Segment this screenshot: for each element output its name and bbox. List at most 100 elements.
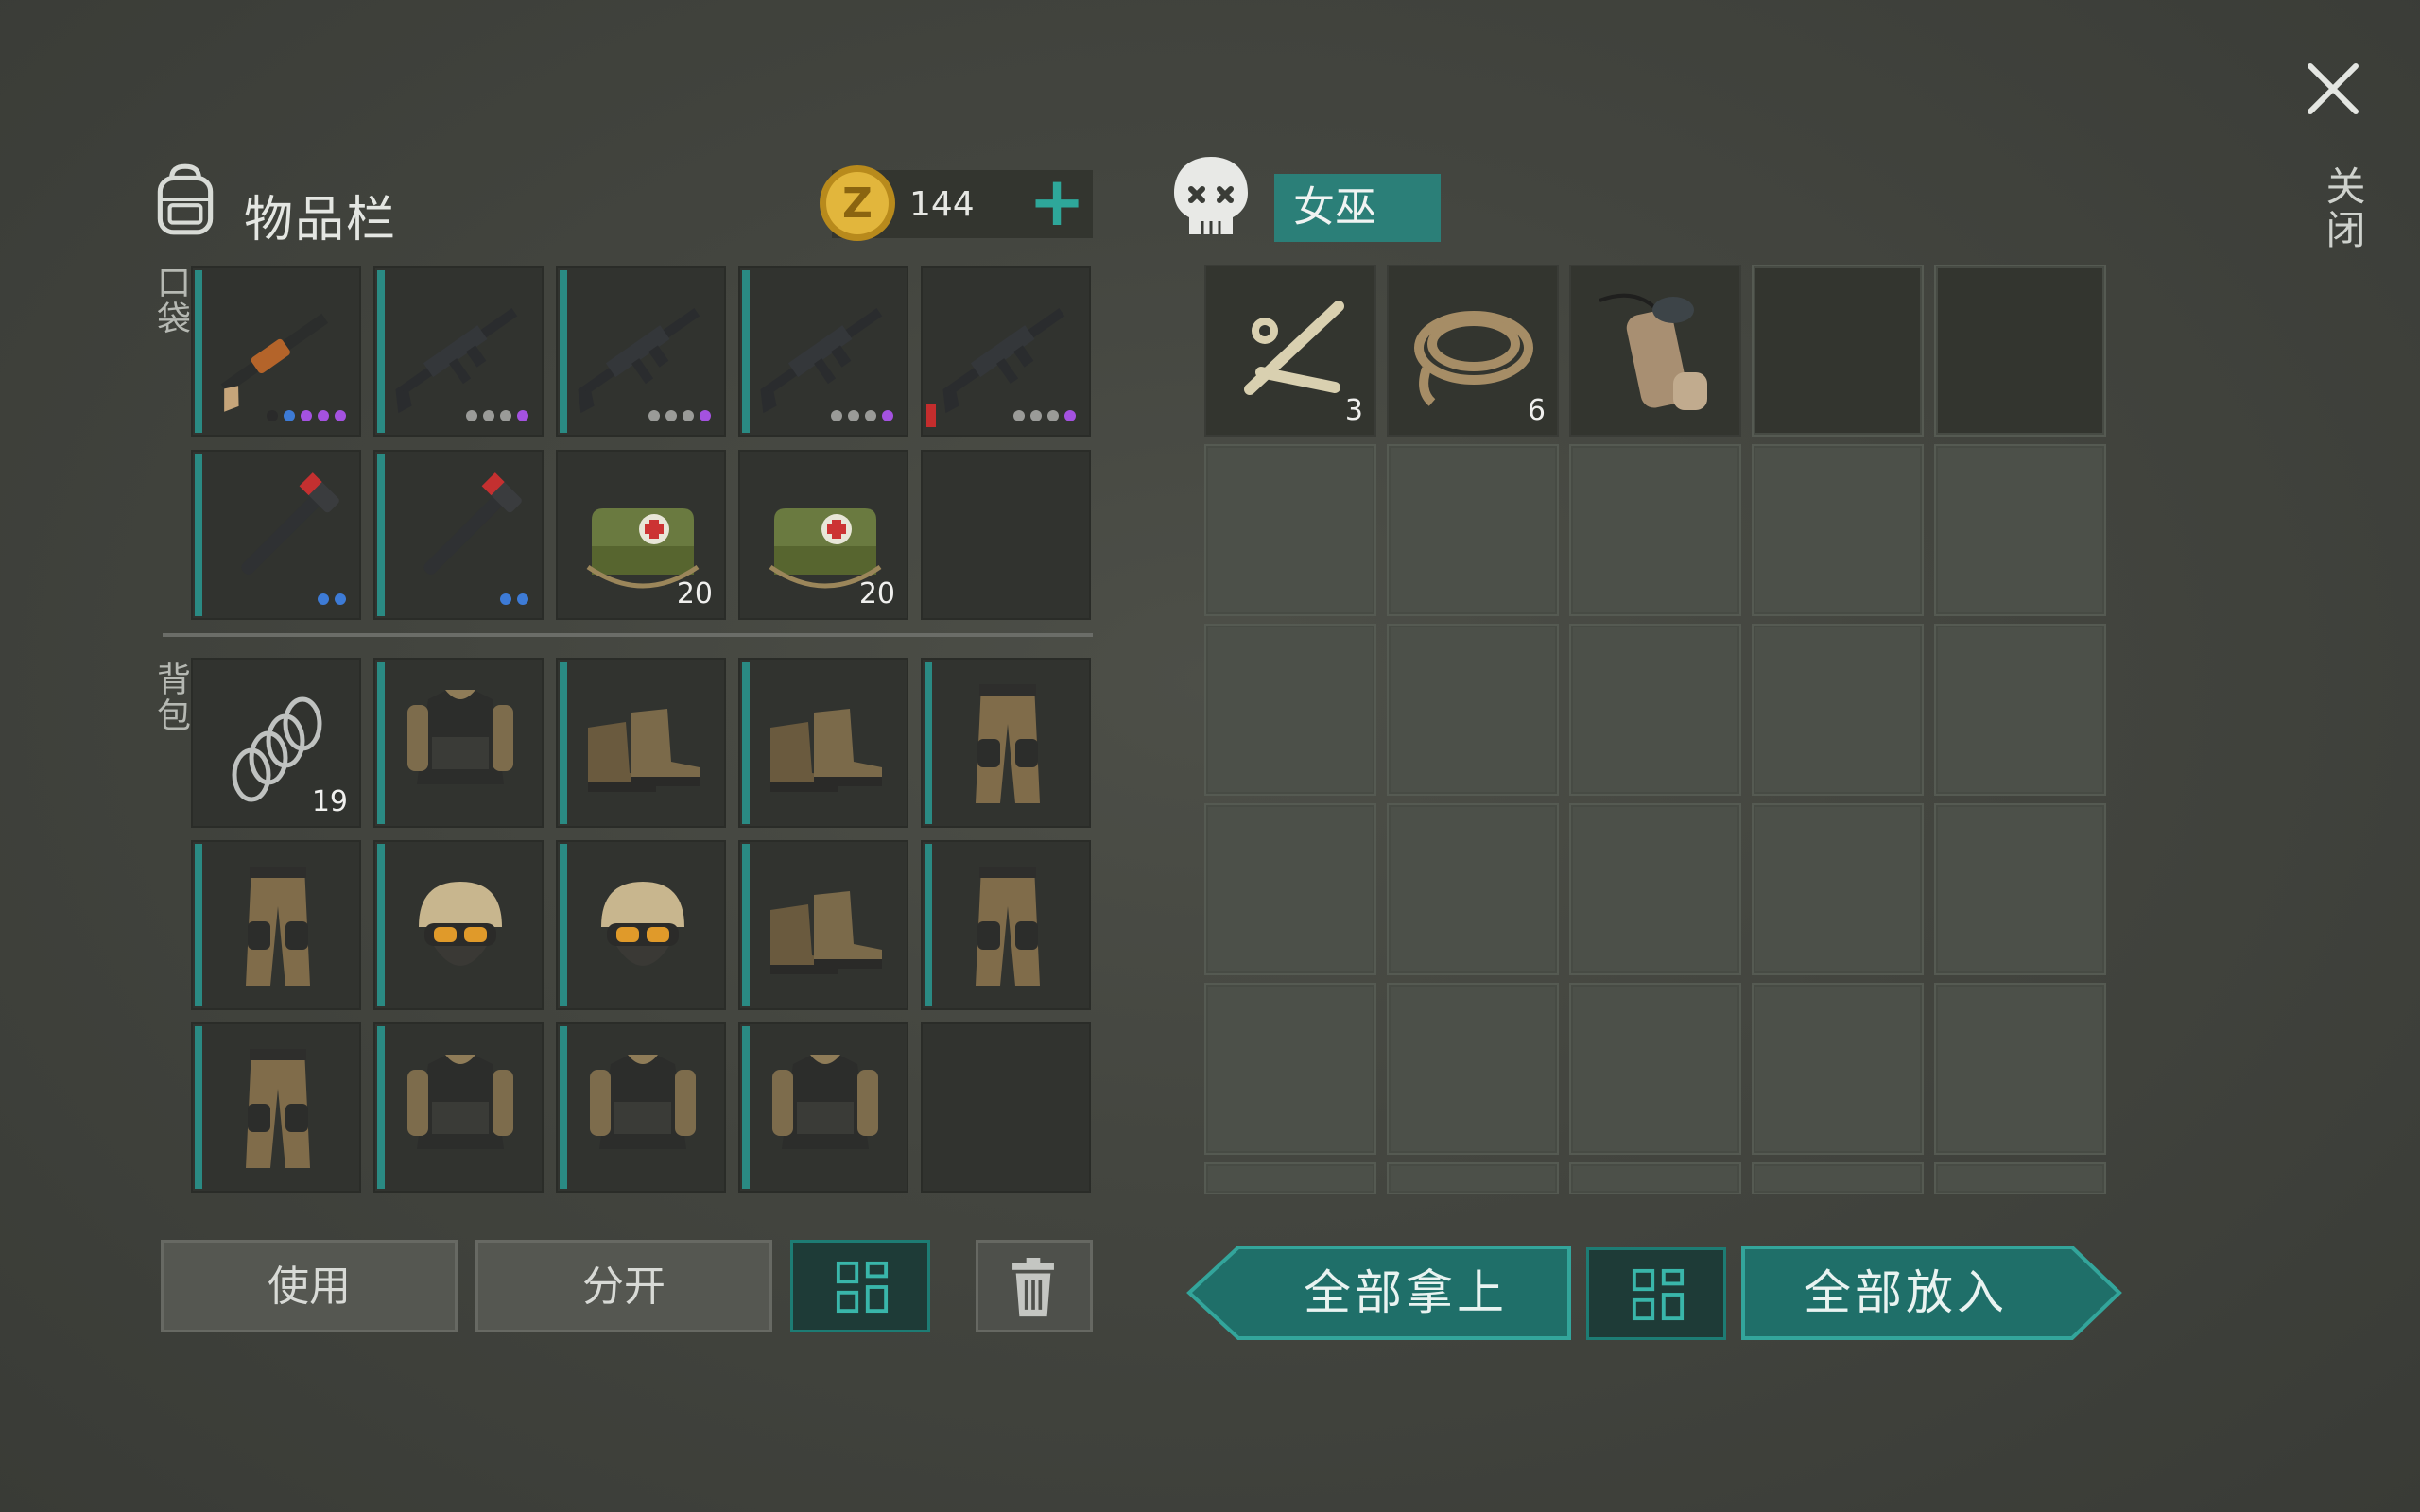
empty-slot[interactable] bbox=[1204, 983, 1376, 1155]
mod-dot bbox=[831, 410, 842, 421]
item-slot-pants[interactable] bbox=[921, 840, 1091, 1010]
item-slot-pants[interactable] bbox=[191, 1022, 361, 1193]
item-mod-dots bbox=[466, 410, 528, 421]
empty-slot[interactable] bbox=[1934, 265, 2106, 437]
empty-slot[interactable] bbox=[1387, 444, 1559, 616]
mod-dot bbox=[318, 410, 329, 421]
empty-slot[interactable] bbox=[1569, 1162, 1741, 1194]
item-slot-sleeping-bag[interactable] bbox=[1569, 265, 1741, 437]
slot-durability-bar bbox=[377, 662, 385, 824]
empty-slot[interactable] bbox=[1934, 803, 2106, 975]
mod-dot bbox=[1030, 410, 1042, 421]
vest-icon bbox=[407, 1055, 513, 1149]
slot-durability-bar bbox=[560, 270, 567, 433]
empty-slot[interactable] bbox=[1204, 624, 1376, 796]
take-all-button[interactable]: 全部拿上 bbox=[1238, 1244, 1573, 1342]
item-mod-dots bbox=[831, 410, 893, 421]
skull-icon bbox=[1174, 157, 1248, 234]
empty-slot[interactable] bbox=[1569, 803, 1741, 975]
rifle-icon bbox=[942, 308, 1065, 414]
item-slot-rifle[interactable] bbox=[921, 266, 1091, 437]
slot-durability-bar bbox=[195, 1026, 202, 1189]
sort-inventory-button[interactable] bbox=[790, 1240, 930, 1332]
empty-slot[interactable] bbox=[1934, 983, 2106, 1155]
empty-slot[interactable] bbox=[1387, 1162, 1559, 1194]
item-slot-helmet[interactable] bbox=[373, 840, 544, 1010]
slot-durability-bar bbox=[377, 1026, 385, 1189]
use-button[interactable]: 使用 bbox=[161, 1240, 458, 1332]
sort-loot-button[interactable] bbox=[1586, 1247, 1726, 1340]
empty-slot[interactable] bbox=[1752, 983, 1924, 1155]
item-slot-vest[interactable] bbox=[738, 1022, 908, 1193]
mod-dot bbox=[483, 410, 494, 421]
item-slot-rope[interactable]: 6 bbox=[1387, 265, 1559, 437]
pocket-label: 口袋 bbox=[151, 265, 190, 336]
item-slot-medkit[interactable]: 20 bbox=[556, 450, 726, 620]
empty-slot[interactable] bbox=[1752, 265, 1924, 437]
add-coins-button[interactable]: + bbox=[1021, 167, 1093, 238]
empty-slot[interactable] bbox=[1387, 624, 1559, 796]
close-label[interactable]: 关闭 bbox=[2314, 165, 2372, 252]
item-slot-boots[interactable] bbox=[556, 658, 726, 828]
item-slot-rifle[interactable] bbox=[556, 266, 726, 437]
close-icon[interactable] bbox=[2303, 59, 2363, 119]
empty-slot[interactable] bbox=[1752, 803, 1924, 975]
empty-slot[interactable] bbox=[1569, 624, 1741, 796]
mod-dot bbox=[335, 593, 346, 605]
item-slot-pants[interactable] bbox=[921, 658, 1091, 828]
item-slot-boots[interactable] bbox=[738, 658, 908, 828]
boots-icon bbox=[588, 709, 700, 792]
inventory-title: 物品栏 bbox=[244, 192, 398, 249]
item-slot-medkit[interactable]: 20 bbox=[738, 450, 908, 620]
trash-button[interactable] bbox=[976, 1240, 1093, 1332]
item-slot-vest[interactable] bbox=[373, 1022, 544, 1193]
item-slot-rifle[interactable] bbox=[738, 266, 908, 437]
item-slot-boots[interactable] bbox=[738, 840, 908, 1010]
empty-slot[interactable] bbox=[1204, 444, 1376, 616]
item-slot-pipe-wrench[interactable] bbox=[373, 450, 544, 620]
empty-slot[interactable] bbox=[1569, 444, 1741, 616]
mod-dot bbox=[517, 410, 528, 421]
slot-durability-bar bbox=[377, 454, 385, 616]
empty-slot[interactable] bbox=[921, 450, 1091, 620]
item-slot-vest[interactable] bbox=[373, 658, 544, 828]
empty-slot[interactable] bbox=[1204, 803, 1376, 975]
split-button[interactable]: 分开 bbox=[475, 1240, 772, 1332]
empty-slot[interactable] bbox=[1387, 983, 1559, 1155]
boots-icon bbox=[770, 891, 882, 974]
empty-slot[interactable] bbox=[1752, 1162, 1924, 1194]
item-slot-shotgun[interactable] bbox=[191, 266, 361, 437]
item-slot-vest[interactable] bbox=[556, 1022, 726, 1193]
empty-slot[interactable] bbox=[1752, 444, 1924, 616]
mod-dot bbox=[284, 410, 295, 421]
section-divider bbox=[163, 633, 1093, 637]
item-slot-rifle[interactable] bbox=[373, 266, 544, 437]
slot-durability-bar bbox=[195, 270, 202, 433]
empty-slot[interactable] bbox=[921, 1022, 1091, 1193]
empty-slot[interactable] bbox=[1934, 624, 2106, 796]
item-slot-bones[interactable]: 3 bbox=[1204, 265, 1376, 437]
coin-value: 144 bbox=[909, 185, 975, 224]
empty-slot[interactable] bbox=[1569, 983, 1741, 1155]
item-mod-dots bbox=[648, 410, 711, 421]
sleeping-bag-icon bbox=[1599, 293, 1707, 410]
empty-slot[interactable] bbox=[1387, 803, 1559, 975]
empty-slot[interactable] bbox=[1752, 624, 1924, 796]
put-all-button[interactable]: 全部放入 bbox=[1739, 1244, 2072, 1342]
item-slot-pipe-wrench[interactable] bbox=[191, 450, 361, 620]
item-slot-helmet[interactable] bbox=[556, 840, 726, 1010]
coin-icon: Z bbox=[820, 165, 895, 241]
bones-icon bbox=[1244, 301, 1344, 395]
mod-dot bbox=[1013, 410, 1025, 421]
mod-dot bbox=[335, 410, 346, 421]
pants-icon bbox=[246, 867, 310, 986]
empty-slot[interactable] bbox=[1204, 1162, 1376, 1194]
pants-icon bbox=[976, 867, 1040, 986]
slot-durability-bar bbox=[377, 270, 385, 433]
item-quantity: 19 bbox=[311, 785, 348, 818]
item-slot-spring[interactable]: 19 bbox=[191, 658, 361, 828]
empty-slot[interactable] bbox=[1934, 444, 2106, 616]
slot-durability-bar bbox=[195, 454, 202, 616]
item-slot-pants[interactable] bbox=[191, 840, 361, 1010]
empty-slot[interactable] bbox=[1934, 1162, 2106, 1194]
